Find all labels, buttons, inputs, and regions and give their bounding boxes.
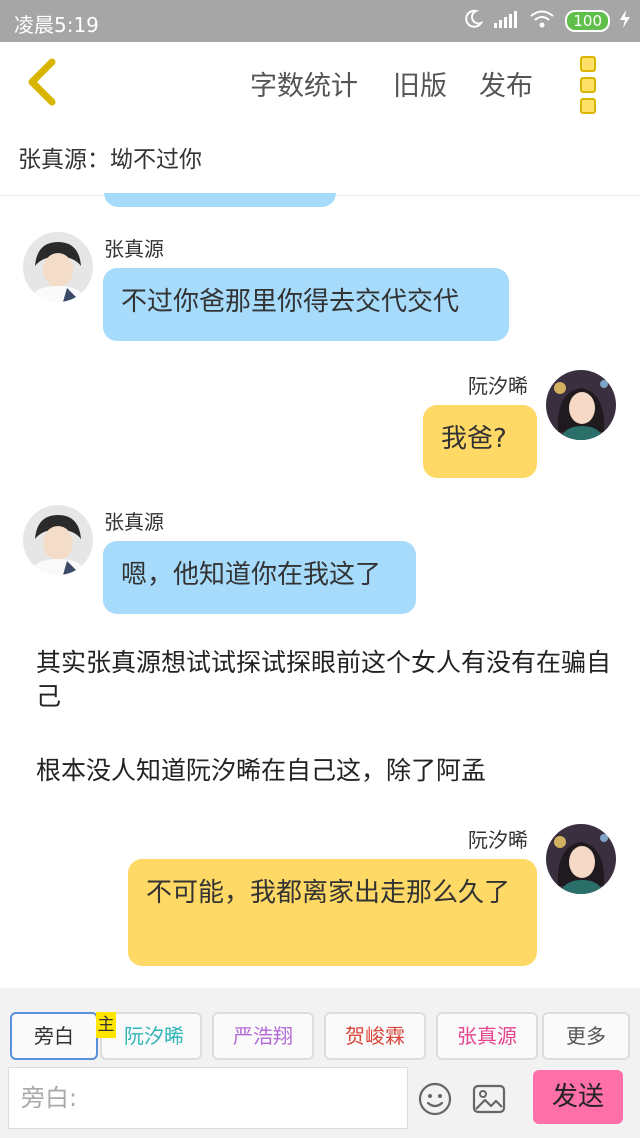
story-subtitle: 张真源：坳不过你 [18, 147, 202, 173]
sender-name: 阮汐晞 [468, 374, 528, 398]
role-chip-yan[interactable]: 严浩翔 [212, 1012, 314, 1060]
role-label: 旁白 [34, 1024, 74, 1048]
role-label: 严浩翔 [233, 1024, 293, 1048]
narration-text: 其实张真源想试试探试探眼前这个女人有没有在骗自己 [36, 648, 612, 711]
emoji-button[interactable] [418, 1082, 452, 1120]
image-button[interactable] [472, 1083, 506, 1119]
menu-dot-icon [580, 56, 596, 72]
message-bubble[interactable]: 不可能，我都离家出走那么久了 [128, 859, 537, 966]
smiley-icon [418, 1082, 452, 1116]
role-more-button[interactable]: 更多 [542, 1012, 630, 1060]
word-count-button[interactable]: 字数统计 [250, 64, 358, 103]
message-bubble[interactable]: 不过你爸那里你得去交代交代 [103, 268, 509, 341]
menu-dot-icon [580, 98, 596, 114]
role-chip-he[interactable]: 贺峻霖 [324, 1012, 426, 1060]
message-bubble-partial [104, 193, 336, 207]
role-label: 张真源 [457, 1024, 517, 1048]
signal-icon [493, 9, 519, 33]
sender-name: 张真源 [104, 510, 164, 534]
avatar-zhang[interactable] [23, 505, 93, 575]
sender-name: 张真源 [104, 237, 164, 261]
wifi-icon [529, 9, 555, 33]
message-input-box[interactable] [8, 1067, 408, 1129]
role-label: 更多 [566, 1024, 606, 1048]
message-bubble[interactable]: 我爸? [423, 405, 537, 478]
role-chip-zhang[interactable]: 张真源 [436, 1012, 538, 1060]
role-label: 贺峻霖 [345, 1024, 405, 1048]
message-input[interactable] [9, 1068, 407, 1128]
image-icon [472, 1084, 506, 1114]
sender-name: 阮汐晞 [468, 828, 528, 852]
chevron-left-icon [28, 58, 56, 106]
status-bar: 凌晨5:19 100 [0, 0, 640, 42]
status-time: 凌晨5:19 [14, 13, 99, 37]
publish-button[interactable]: 发布 [479, 64, 533, 103]
top-bar: 字数统计 旧版 发布 [0, 42, 640, 122]
avatar-ruan[interactable] [546, 824, 616, 894]
narration-text: 根本没人知道阮汐晞在自己这，除了阿孟 [36, 756, 487, 785]
avatar-ruan[interactable] [546, 370, 616, 440]
battery-icon: 100 [565, 10, 610, 32]
send-button[interactable]: 发送 [533, 1070, 623, 1124]
more-menu-button[interactable] [580, 56, 596, 119]
charging-icon [620, 10, 630, 32]
menu-dot-icon [580, 77, 596, 93]
moon-icon [463, 9, 484, 33]
back-button[interactable] [22, 56, 62, 108]
role-chip-narrator[interactable]: 旁白 [10, 1012, 98, 1060]
avatar-zhang[interactable] [23, 232, 93, 302]
main-character-badge: 主 [96, 1012, 116, 1038]
message-bubble[interactable]: 嗯，他知道你在我这了 [103, 541, 416, 614]
old-version-button[interactable]: 旧版 [393, 64, 447, 103]
role-label: 阮汐晞 [124, 1024, 184, 1048]
